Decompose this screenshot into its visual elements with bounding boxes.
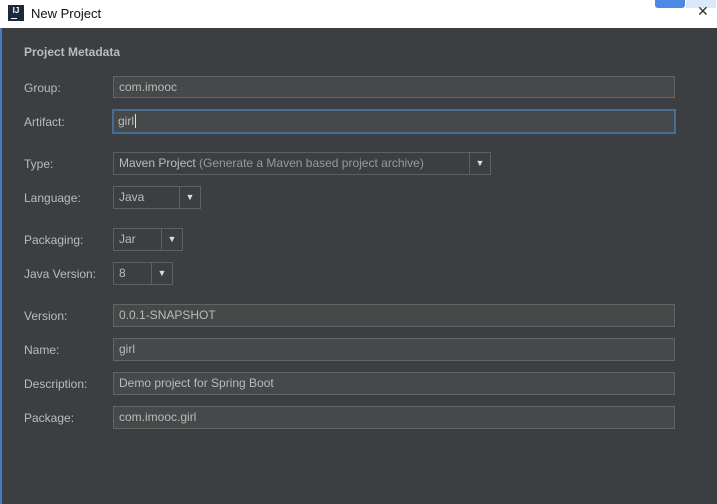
- language-select[interactable]: Java ▼: [113, 186, 201, 209]
- java-version-label: Java Version:: [24, 267, 97, 281]
- name-input[interactable]: girl: [113, 338, 675, 361]
- window-border: [0, 28, 2, 504]
- chevron-down-icon[interactable]: ▼: [161, 229, 182, 250]
- java-version-select[interactable]: 8 ▼: [113, 262, 173, 285]
- chevron-down-icon[interactable]: ▼: [151, 263, 172, 284]
- description-input[interactable]: Demo project for Spring Boot: [113, 372, 675, 395]
- java-version-value: 8: [119, 266, 126, 280]
- window-title: New Project: [31, 6, 102, 21]
- language-value: Java: [119, 190, 145, 204]
- type-hint: (Generate a Maven based project archive): [199, 156, 424, 170]
- packaging-select[interactable]: Jar ▼: [113, 228, 183, 251]
- chevron-down-icon[interactable]: ▼: [469, 153, 490, 174]
- version-label: Version:: [24, 309, 68, 323]
- close-icon[interactable]: ✕: [697, 3, 709, 20]
- group-label: Group:: [24, 81, 61, 95]
- artifact-value: girl: [118, 114, 135, 128]
- package-input[interactable]: com.imooc.girl: [113, 406, 675, 429]
- section-title: Project Metadata: [24, 45, 121, 59]
- group-input[interactable]: com.imooc: [113, 76, 675, 98]
- overlay-badge: [655, 0, 685, 8]
- chevron-down-icon[interactable]: ▼: [179, 187, 200, 208]
- language-label: Language:: [24, 191, 81, 205]
- intellij-logo-icon: IJ: [8, 5, 24, 21]
- title-bar: IJ New Project ✕: [0, 0, 717, 28]
- text-cursor: [135, 114, 137, 128]
- artifact-label: Artifact:: [24, 115, 65, 129]
- packaging-value: Jar: [119, 232, 136, 246]
- packaging-label: Packaging:: [24, 233, 84, 247]
- artifact-input[interactable]: girl: [112, 109, 676, 134]
- description-label: Description:: [24, 377, 88, 391]
- package-label: Package:: [24, 411, 75, 425]
- type-select[interactable]: Maven Project (Generate a Maven based pr…: [113, 152, 491, 175]
- version-input[interactable]: 0.0.1-SNAPSHOT: [113, 304, 675, 327]
- type-value: Maven Project: [119, 156, 196, 170]
- name-label: Name:: [24, 343, 60, 357]
- type-label: Type:: [24, 157, 54, 171]
